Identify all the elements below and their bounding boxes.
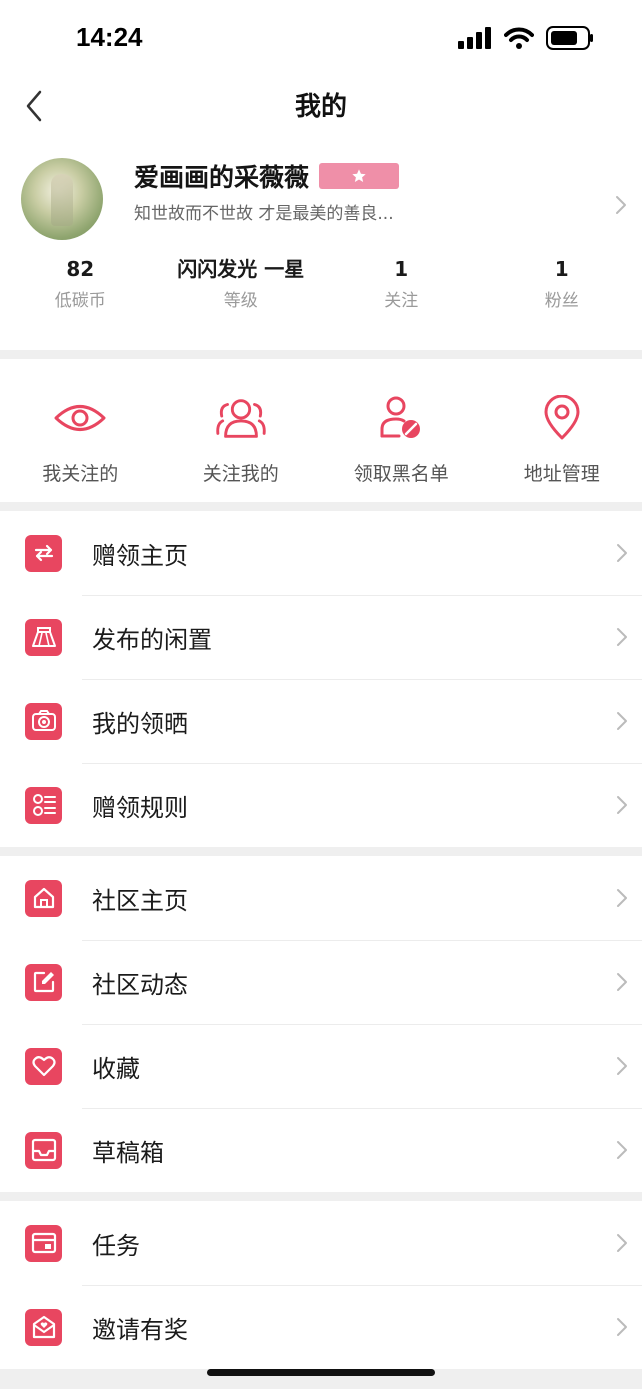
stat-label: 等级 [223, 291, 258, 311]
stat-level[interactable]: 闪闪发光 一星 等级 [161, 254, 322, 311]
back-arrow-icon[interactable] [22, 88, 50, 124]
quick-action-label: 我关注的 [42, 463, 119, 485]
quick-action-label: 领取黑名单 [353, 463, 449, 485]
signal-icon [458, 27, 491, 49]
menu-section-community: 社区主页 社区动态 收藏 草稿箱 [0, 856, 642, 1192]
chevron-right-icon [617, 796, 627, 814]
invite-mail-icon [25, 1308, 62, 1346]
quick-action-label: 地址管理 [523, 463, 600, 485]
quick-action-followers[interactable]: 关注我的 [161, 359, 322, 502]
menu-item-give-home[interactable]: 赠领主页 [0, 511, 642, 595]
home-icon [25, 879, 62, 917]
menu-item-label: 邀请有奖 [92, 1315, 188, 1344]
chevron-right-icon [617, 1057, 627, 1075]
stat-label: 粉丝 [544, 291, 579, 311]
chevron-right-icon [617, 628, 627, 646]
wifi-icon [504, 27, 534, 49]
menu-section-give: 赠领主页 发布的闲置 我的领晒 赠领规则 [0, 511, 642, 847]
nav-bar: 我的 [0, 72, 642, 136]
menu-item-label: 发布的闲置 [92, 625, 212, 654]
menu-item-give-rules[interactable]: 赠领规则 [0, 763, 642, 847]
eye-icon [54, 405, 106, 431]
quick-action-my-following[interactable]: 我关注的 [0, 359, 161, 502]
stat-coins[interactable]: 82 低碳币 [0, 254, 161, 311]
menu-item-community-feed[interactable]: 社区动态 [0, 940, 642, 1024]
menu-section-rewards: 任务 邀请有奖 [0, 1201, 642, 1369]
camera-icon [25, 702, 62, 740]
menu-item-label: 赠领规则 [92, 793, 188, 822]
menu-item-community-home[interactable]: 社区主页 [0, 856, 642, 940]
chevron-right-icon [617, 889, 627, 907]
name-row: 爱画画的采薇薇 [134, 158, 400, 194]
users-icon [216, 399, 266, 438]
menu-item-label: 社区主页 [92, 886, 188, 915]
status-icons [458, 26, 594, 50]
username: 爱画画的采薇薇 [134, 163, 310, 192]
chevron-right-icon [617, 544, 627, 562]
menu-item-drafts[interactable]: 草稿箱 [0, 1108, 642, 1192]
menu-item-favorites[interactable]: 收藏 [0, 1024, 642, 1108]
quick-action-blacklist[interactable]: 领取黑名单 [321, 359, 482, 502]
task-card-icon [25, 1224, 62, 1262]
chevron-right-icon [617, 973, 627, 991]
menu-item-label: 我的领晒 [92, 709, 188, 738]
battery-icon [546, 26, 593, 50]
chevron-right-icon [617, 1234, 627, 1252]
stat-label: 低碳币 [54, 291, 106, 311]
edit-icon [25, 963, 62, 1001]
skirt-icon [25, 618, 62, 656]
stat-value: 82 [66, 257, 95, 281]
heart-icon [25, 1047, 62, 1085]
stat-label: 关注 [384, 291, 419, 311]
menu-item-tasks[interactable]: 任务 [0, 1201, 642, 1285]
status-time: 14:24 [76, 22, 143, 52]
inbox-icon [25, 1131, 62, 1169]
bio-text: 知世故而不世故 才是最美的善良... [134, 204, 394, 224]
quick-actions: 我关注的 关注我的 领取黑名单 地址管理 [0, 359, 642, 502]
star-icon [352, 169, 366, 182]
status-bar: 14:24 [0, 0, 642, 72]
avatar[interactable] [21, 158, 103, 240]
menu-item-label: 草稿箱 [92, 1138, 164, 1167]
exchange-icon [25, 534, 62, 572]
profile-card[interactable]: 爱画画的采薇薇 知世故而不世故 才是最美的善良... 82 低碳币 闪闪发光 一… [0, 136, 642, 350]
home-indicator[interactable] [207, 1369, 435, 1376]
stat-following[interactable]: 1 关注 [321, 254, 482, 311]
page-title: 我的 [294, 91, 347, 122]
stat-value: 1 [394, 257, 409, 281]
chevron-right-icon [617, 1318, 627, 1336]
menu-item-invite-rewards[interactable]: 邀请有奖 [0, 1285, 642, 1369]
list-icon [25, 786, 62, 824]
stats-row: 82 低碳币 闪闪发光 一星 等级 1 关注 1 粉丝 [0, 254, 642, 311]
chevron-right-icon [617, 712, 627, 730]
quick-action-address[interactable]: 地址管理 [482, 359, 642, 502]
menu-item-published-idle[interactable]: 发布的闲置 [0, 595, 642, 679]
level-badge [319, 163, 400, 189]
menu-item-label: 赠领主页 [92, 541, 188, 570]
menu-item-label: 收藏 [92, 1054, 140, 1083]
menu-item-label: 社区动态 [92, 970, 188, 999]
stat-value: 1 [554, 257, 569, 281]
user-blocked-icon [380, 396, 421, 438]
menu-item-label: 任务 [92, 1231, 140, 1260]
chevron-right-icon[interactable] [614, 194, 628, 216]
stat-value: 闪闪发光 一星 [177, 257, 305, 281]
chevron-right-icon [617, 1141, 627, 1159]
menu-item-my-shares[interactable]: 我的领晒 [0, 679, 642, 763]
quick-action-label: 关注我的 [202, 463, 279, 485]
location-pin-icon [544, 395, 580, 440]
stat-followers[interactable]: 1 粉丝 [482, 254, 642, 311]
